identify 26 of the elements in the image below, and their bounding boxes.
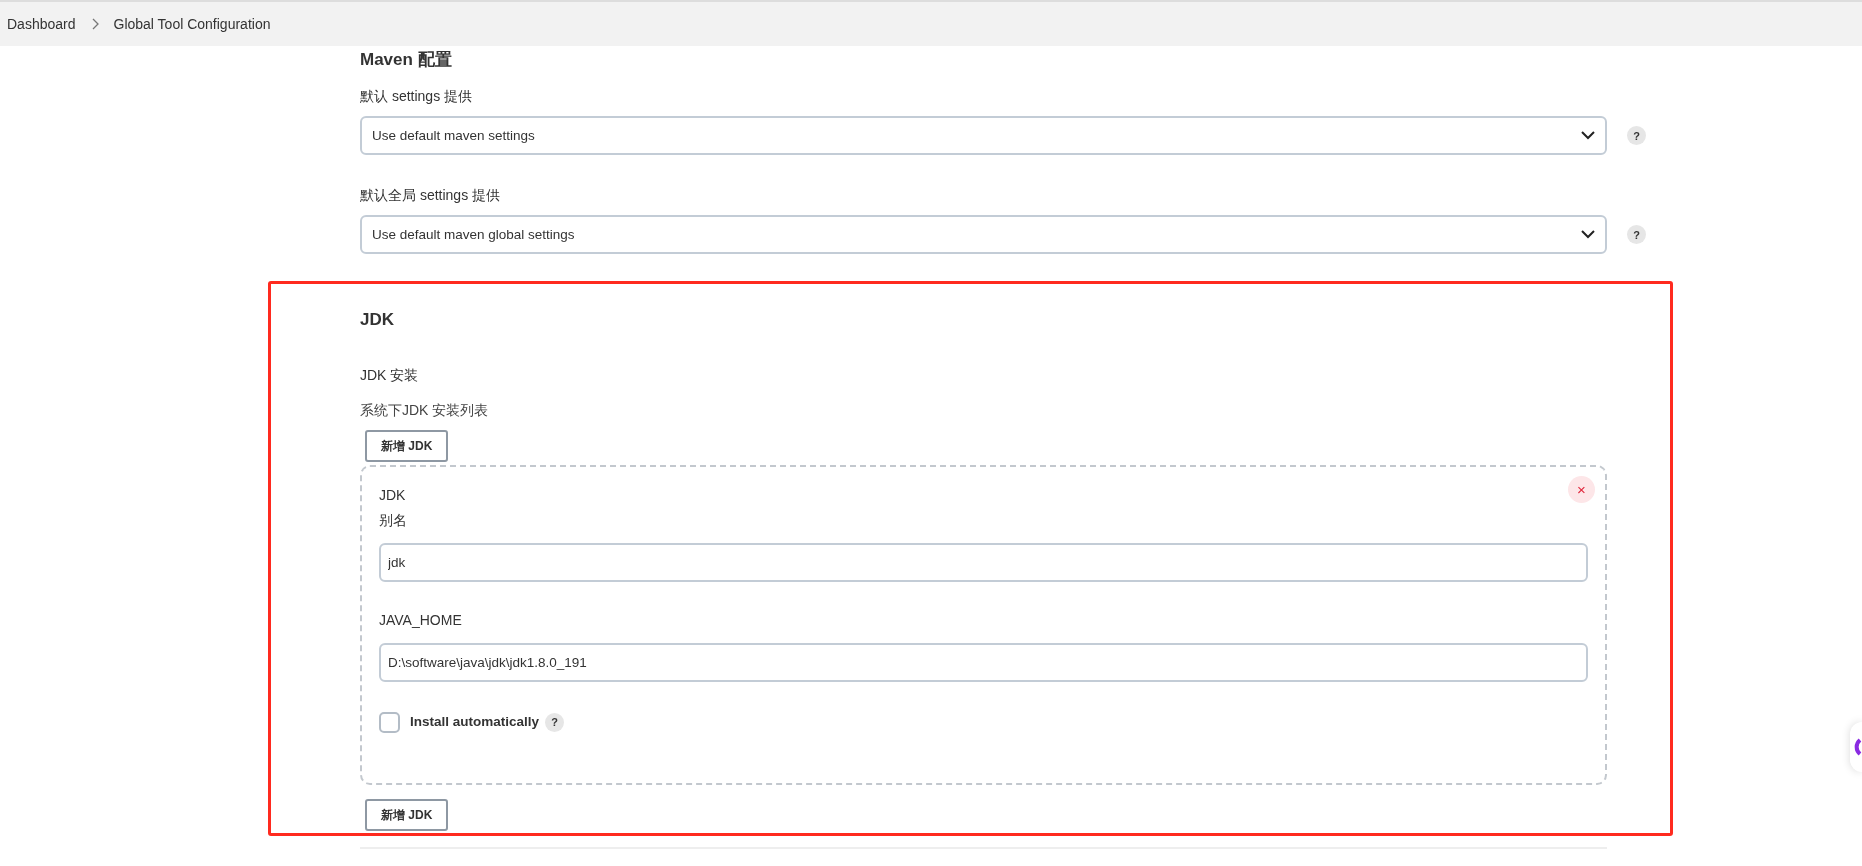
text-input[interactable]: D:\software\java\jdk\jdk1.8.0_191 bbox=[379, 642, 1588, 682]
checkbox-label: Install automatically bbox=[410, 713, 540, 732]
floating-action-button[interactable] bbox=[1850, 722, 1862, 772]
close-button[interactable]: × bbox=[1568, 475, 1595, 503]
field-label: 别名 bbox=[379, 510, 407, 530]
dropdown-select[interactable]: Use default maven settings bbox=[360, 116, 1607, 156]
text-input[interactable]: jdk bbox=[379, 542, 1588, 582]
help-icon[interactable]: ? bbox=[545, 712, 565, 732]
breadcrumb-link[interactable]: Global Tool Configuration bbox=[113, 13, 271, 35]
help-icon[interactable]: ? bbox=[1627, 126, 1646, 146]
breadcrumb-link[interactable]: Dashboard bbox=[7, 13, 76, 35]
field-label: 默认全局 settings 提供 bbox=[360, 186, 502, 206]
field-label: JDK 安装 bbox=[360, 365, 420, 385]
section-heading: JDK bbox=[360, 310, 395, 331]
panel-heading: JDK bbox=[379, 485, 406, 505]
dropdown-select[interactable]: Use default maven global settings bbox=[360, 215, 1607, 255]
add-jdk-button[interactable]: 新增 JDK bbox=[365, 798, 449, 831]
checkbox[interactable] bbox=[379, 711, 400, 733]
add-jdk-button[interactable]: 新增 JDK bbox=[365, 429, 449, 462]
chevron-down-icon bbox=[1581, 230, 1595, 240]
help-icon[interactable]: ? bbox=[1627, 225, 1646, 245]
field-description: 系统下JDK 安装列表 bbox=[360, 400, 490, 420]
chevron-down-icon bbox=[1581, 131, 1595, 141]
section-heading: Maven 配置 bbox=[360, 49, 453, 71]
field-label: 默认 settings 提供 bbox=[360, 87, 474, 107]
field-label: JAVA_HOME bbox=[379, 610, 463, 630]
